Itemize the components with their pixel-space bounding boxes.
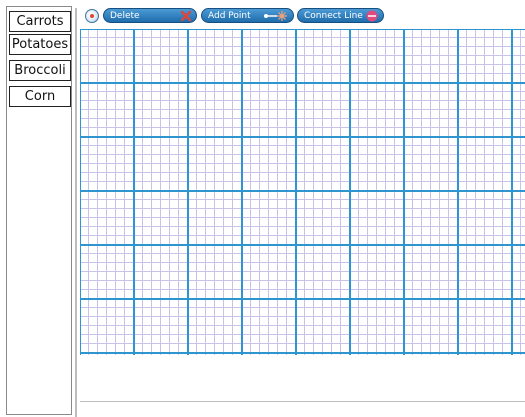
category-carrots[interactable]: Carrots	[9, 11, 71, 32]
point-icon	[263, 10, 289, 25]
line-icon	[365, 10, 379, 25]
add-point-button[interactable]: Add Point	[201, 8, 294, 23]
delete-label: Delete	[110, 10, 140, 21]
delete-button[interactable]: Delete	[103, 8, 197, 23]
category-panel: Carrots Potatoes Broccoli Corn	[6, 6, 72, 415]
panel-divider	[75, 8, 77, 417]
add-point-label: Add Point	[208, 10, 251, 21]
category-potatoes[interactable]: Potatoes	[9, 34, 71, 55]
category-broccoli[interactable]: Broccoli	[9, 60, 71, 81]
bottom-divider	[80, 401, 525, 402]
record-button[interactable]	[85, 9, 99, 23]
x-icon	[180, 10, 192, 25]
connect-line-label: Connect Line	[304, 10, 363, 21]
category-corn[interactable]: Corn	[9, 86, 71, 107]
grid-bottom-area	[80, 355, 525, 401]
graph-grid[interactable]	[80, 29, 525, 355]
connect-line-button[interactable]: Connect Line	[297, 8, 384, 23]
